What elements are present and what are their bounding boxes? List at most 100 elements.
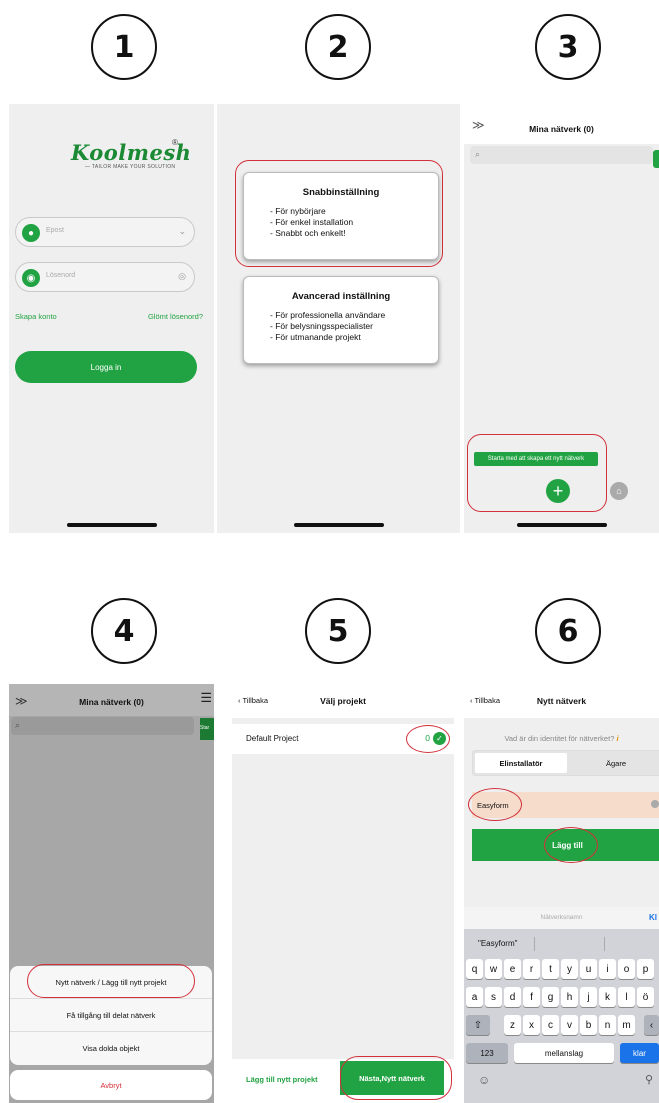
key[interactable]: h: [561, 987, 578, 1007]
highlight-add-button: [544, 827, 598, 863]
email-field[interactable]: ● Epost ⌄: [15, 217, 195, 247]
highlight-create-network: [467, 434, 607, 512]
forgot-password-link[interactable]: Glömt lösenord?: [148, 312, 203, 321]
advanced-setup-item: - För belysningsspecialister: [270, 321, 373, 331]
key[interactable]: x: [523, 1015, 540, 1035]
screen-login: Koolmesh ® — TAILOR MAKE YOUR SOLUTION ●…: [9, 104, 214, 533]
key[interactable]: p: [637, 959, 654, 979]
eye-icon[interactable]: ◎: [178, 271, 186, 282]
key[interactable]: k: [599, 987, 616, 1007]
screen-setup-choice: Snabbinställning - För nybörjare - För e…: [217, 104, 460, 533]
suggestion-bar: "Easyform": [464, 935, 659, 953]
logo-tagline: — TAILOR MAKE YOUR SOLUTION: [85, 164, 176, 170]
top-bar: ≫ Mina nätverk (0) ☰: [9, 684, 214, 716]
login-button[interactable]: Logga in: [15, 351, 197, 383]
step-1-badge: 1: [91, 14, 157, 80]
tab-installer[interactable]: Elinstallatör: [475, 753, 567, 773]
advanced-setup-card[interactable]: Avancerad inställning - För professionel…: [243, 276, 439, 364]
key[interactable]: b: [580, 1015, 597, 1035]
key[interactable]: t: [542, 959, 559, 979]
nav-bar: ‹ Tillbaka Välj projekt: [232, 684, 454, 718]
backspace-key[interactable]: ‹: [644, 1015, 659, 1035]
identity-tabs: Elinstallatör Ägare: [472, 750, 659, 776]
quick-setup-item: - Snabbt och enkelt!: [270, 228, 346, 238]
tab-owner[interactable]: Ägare: [569, 753, 659, 773]
screen-choose-project: ‹ Tillbaka Välj projekt Default Project …: [232, 684, 454, 1103]
key[interactable]: e: [504, 959, 521, 979]
emoji-icon[interactable]: ☺: [478, 1073, 490, 1087]
keyboard-toolbar: Nätverksnamn Kl: [464, 907, 659, 929]
highlight-next-button: [340, 1056, 452, 1100]
home-indicator: [66, 523, 157, 527]
chevron-down-icon[interactable]: ⌄: [178, 226, 186, 237]
identity-question-text: Vad är din identitet för nätverket?: [504, 734, 615, 743]
step-3-badge: 3: [535, 14, 601, 80]
keyboard-hint: Nätverksnamn: [540, 914, 583, 921]
identity-question: Vad är din identitet för nätverket? i: [464, 734, 659, 743]
keyboard-done-label[interactable]: Kl: [649, 913, 657, 922]
key[interactable]: j: [580, 987, 597, 1007]
key[interactable]: s: [485, 987, 502, 1007]
add-project-button[interactable]: Lägg till nytt projekt: [246, 1075, 318, 1084]
key[interactable]: q: [466, 959, 483, 979]
step-2-badge: 2: [305, 14, 371, 80]
key[interactable]: z: [504, 1015, 521, 1035]
shift-key[interactable]: ⇧: [466, 1015, 490, 1035]
nav-bar: ‹ Tillbaka Nytt nätverk: [464, 684, 659, 718]
suggestion-item[interactable]: "Easyform": [478, 939, 517, 948]
page-title: Mina nätverk (0): [529, 124, 594, 134]
screen-my-networks: ≫ Mina nätverk (0) ⌕ Starta med att skap…: [464, 104, 659, 533]
key[interactable]: m: [618, 1015, 635, 1035]
cancel-button[interactable]: Avbryt: [10, 1070, 212, 1100]
screen-action-sheet: ≫ Mina nätverk (0) ☰ ⌕ Star Nytt nätverk…: [9, 684, 214, 1103]
step-6-badge: 6: [535, 598, 601, 664]
key[interactable]: r: [523, 959, 540, 979]
search-input[interactable]: ⌕: [11, 717, 194, 735]
key[interactable]: u: [580, 959, 597, 979]
return-key[interactable]: klar: [620, 1043, 659, 1063]
keyboard: Nätverksnamn Kl "Easyform" q w e r t y u…: [464, 907, 659, 1103]
sheet-item-show-hidden[interactable]: Visa dolda objekt: [10, 1032, 212, 1065]
add-network-button[interactable]: +: [546, 479, 570, 503]
clear-icon[interactable]: [651, 800, 659, 808]
password-placeholder: Lösenord: [46, 272, 76, 279]
sheet-item-shared-network[interactable]: Få tillgång till delat nätverk: [10, 999, 212, 1032]
trash-icon[interactable]: ⌂: [610, 482, 628, 500]
numbers-key[interactable]: 123: [466, 1043, 508, 1063]
key[interactable]: i: [599, 959, 616, 979]
key[interactable]: w: [485, 959, 502, 979]
create-account-link[interactable]: Skapa konto: [15, 312, 57, 321]
key[interactable]: a: [466, 987, 483, 1007]
search-input[interactable]: ⌕: [470, 146, 653, 164]
key[interactable]: o: [618, 959, 635, 979]
space-key[interactable]: mellanslag: [514, 1043, 614, 1063]
key[interactable]: v: [561, 1015, 578, 1035]
info-icon[interactable]: i: [616, 734, 618, 743]
key[interactable]: g: [542, 987, 559, 1007]
user-icon: ●: [22, 224, 40, 242]
step-4-badge: 4: [91, 598, 157, 664]
key[interactable]: l: [618, 987, 635, 1007]
key[interactable]: n: [599, 1015, 616, 1035]
microphone-icon[interactable]: ⚲: [645, 1073, 653, 1086]
home-indicator: [516, 523, 607, 527]
menu-icon[interactable]: ☰: [200, 690, 212, 706]
quick-setup-card[interactable]: Snabbinställning - För nybörjare - För e…: [243, 172, 439, 260]
key[interactable]: c: [542, 1015, 559, 1035]
page-title: Välj projekt: [320, 696, 366, 706]
key[interactable]: d: [504, 987, 521, 1007]
highlight-new-network: [27, 964, 195, 998]
project-name: Default Project: [246, 734, 299, 743]
search-icon: ⌕: [475, 149, 481, 159]
suggestion-divider: [604, 937, 605, 951]
key[interactable]: ö: [637, 987, 654, 1007]
screen-new-network: ‹ Tillbaka Nytt nätverk Vad är din ident…: [464, 684, 659, 1103]
advanced-setup-item: - För utmanande projekt: [270, 332, 361, 342]
search-icon: ⌕: [15, 720, 21, 730]
advanced-setup-title: Avancerad inställning: [291, 291, 391, 302]
password-field[interactable]: ◉ Lösenord ◎: [15, 262, 195, 292]
quick-setup-item: - För nybörjare: [270, 206, 326, 216]
key[interactable]: f: [523, 987, 540, 1007]
key[interactable]: y: [561, 959, 578, 979]
side-tab[interactable]: [653, 150, 659, 168]
